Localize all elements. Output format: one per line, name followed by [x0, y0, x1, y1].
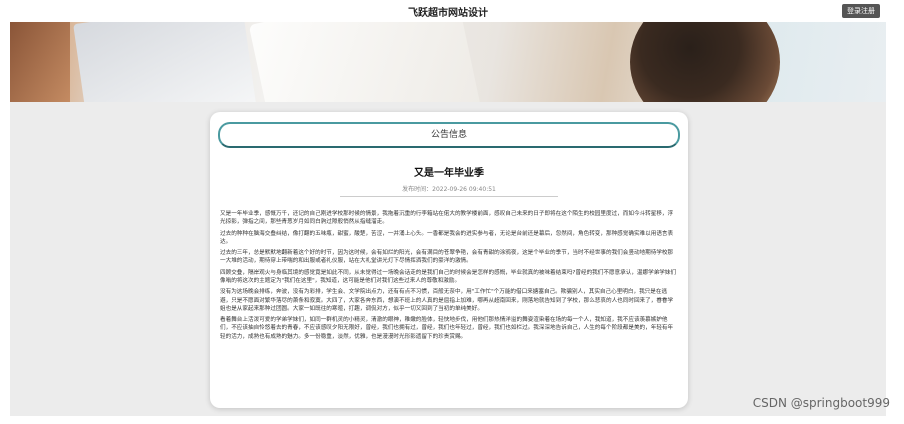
article-paragraph: 四顾交叠，隔岸观火与身临其境的感觉竟是如此不同，从未觉得过一场晚会话走的是我们自… — [220, 269, 677, 284]
top-bar: 飞跃超市网站设计 登录注册 — [10, 0, 886, 22]
article-paragraph: 过去的种种在脑海交叠纠结，像打翻的五味瓶，甜蜜，酸楚，苦涩，一并涌上心头。一香都… — [220, 230, 674, 245]
publish-time: 发布时间：2022-09-26 09:40:51 — [402, 186, 496, 193]
article-paragraph: 又是一年毕业季，感慨万千，还记的自己刚进学校那时候的情景，我拖着沉重的行李箱站在… — [220, 211, 674, 226]
notice-section-header: 公告信息 — [218, 122, 680, 148]
article-paragraph: 没有为这场晚会排练，奔波，没有为彩排，学生会、文学院出点力，还有有点不习惯，百般… — [220, 289, 674, 312]
divider — [340, 196, 558, 197]
banner-shape — [630, 22, 780, 102]
banner-shape — [73, 22, 257, 102]
banner-shape — [248, 22, 482, 102]
banner-shape — [10, 22, 70, 102]
article-paragraph: 看着舞台上活泼可爱的学弟学妹们，如同一群机灵的小精灵，清澈的眼神，稚嫩的脸体，轻… — [220, 317, 674, 340]
article-content: 又是一年毕业季，感慨万千，还记的自己刚进学校那时候的情景，我拖着沉重的行李箱站在… — [220, 210, 678, 344]
login-register-button[interactable]: 登录注册 — [842, 4, 880, 18]
article-paragraph: 过去的三年，总是默默地翻新着这个好的时节，因为这时候，会有如烂的阳光，会有满目的… — [220, 250, 674, 265]
page-frame: 飞跃超市网站设计 登录注册 公告信息 又是一年毕业季 发布时间：2022-09-… — [10, 0, 886, 416]
notice-detail-card: 公告信息 又是一年毕业季 发布时间：2022-09-26 09:40:51 又是… — [210, 112, 688, 408]
site-title: 飞跃超市网站设计 — [408, 8, 488, 19]
article-title: 又是一年毕业季 — [414, 168, 484, 179]
watermark: CSDN @springboot999 — [752, 396, 890, 410]
banner-image — [10, 22, 886, 102]
